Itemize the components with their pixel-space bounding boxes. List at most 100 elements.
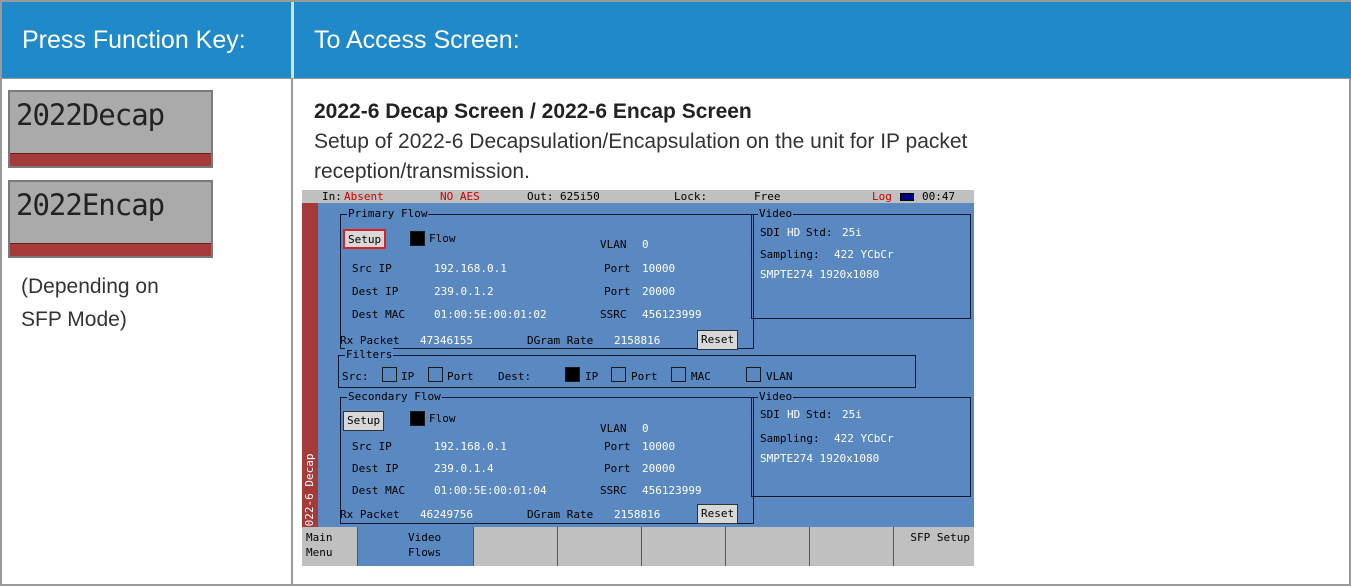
- key-label-line2: Flows: [408, 546, 442, 559]
- flow-label: Flow: [429, 232, 456, 245]
- ssrc-label: SSRC: [600, 308, 627, 321]
- hd-label: HD: [787, 226, 801, 239]
- hd-label: HD: [787, 408, 801, 421]
- ssrc-label: SSRC: [600, 484, 627, 497]
- lock-label: Lock:: [674, 190, 708, 203]
- note-line: (Depending on: [21, 275, 159, 298]
- ssrc-value: 456123999: [642, 308, 702, 321]
- dgram-rate-label: DGram Rate: [527, 334, 594, 347]
- ssrc-value: 456123999: [642, 484, 702, 497]
- log-label: Log: [872, 190, 892, 203]
- sdi-label: SDI: [760, 408, 780, 421]
- main-menu-key[interactable]: Main Menu: [302, 527, 358, 566]
- std-label: Std:: [806, 408, 833, 421]
- src-ip-value: 192.168.0.1: [434, 262, 507, 275]
- screen-title: 2022-6 Decap Screen / 2022-6 Encap Scree…: [314, 100, 752, 123]
- std-label: Std:: [806, 226, 833, 239]
- side-tab-label: 2022-6 Decap: [303, 453, 316, 533]
- dest-ip-filter-label: IP: [585, 370, 599, 383]
- video-flows-key[interactable]: Video Flows: [358, 527, 474, 566]
- src-port-value: 10000: [642, 440, 676, 453]
- function-key-7[interactable]: [810, 527, 894, 566]
- key-label: Main Menu: [306, 531, 333, 559]
- src-ip-filter-label: IP: [401, 370, 415, 383]
- dest-port-checkbox[interactable]: [611, 367, 626, 382]
- std-value: 25i: [842, 226, 862, 239]
- src-ip-checkbox[interactable]: [382, 367, 397, 382]
- sfp-setup-key[interactable]: SFP Setup: [894, 527, 974, 566]
- function-key-2022encap[interactable]: 2022Encap: [8, 180, 213, 258]
- function-key-indicator: [10, 153, 211, 166]
- function-key-label: 2022Decap: [16, 98, 165, 132]
- src-port-label: Port: [604, 440, 631, 453]
- vlan-filter-label: VLAN: [766, 370, 793, 383]
- vlan-checkbox[interactable]: [746, 367, 761, 382]
- dgram-rate-value: 2158816: [614, 334, 661, 347]
- input-status: Absent: [344, 190, 384, 203]
- src-ip-label: Src IP: [352, 440, 392, 453]
- rx-packet-label: Rx Packet: [340, 508, 400, 521]
- status-bar: In: Absent NO AES Out: 625i50 Lock: Free…: [302, 190, 974, 203]
- decap-screen-capture: In: Absent NO AES Out: 625i50 Lock: Free…: [302, 190, 974, 566]
- dest-ip-checkbox[interactable]: [565, 367, 580, 382]
- vlan-value: 0: [642, 422, 649, 435]
- sampling-value: 422 YCbCr: [834, 248, 894, 261]
- dgram-rate-label: DGram Rate: [527, 508, 594, 521]
- aes-status: NO AES: [440, 190, 480, 203]
- dest-mac-label: Dest MAC: [352, 484, 405, 497]
- dest-port-label: Port: [604, 285, 631, 298]
- group-title: Secondary Flow: [347, 390, 442, 403]
- function-key-4[interactable]: [558, 527, 642, 566]
- rx-packet-value: 46249756: [420, 508, 473, 521]
- screen-description: Setup of 2022-6 Decapsulation/Encapsulat…: [314, 130, 968, 183]
- dest-ip-label: Dest IP: [352, 462, 399, 475]
- dest-port-value: 20000: [642, 285, 676, 298]
- mac-checkbox[interactable]: [671, 367, 686, 382]
- smpte-format: SMPTE274 1920x1080: [760, 452, 880, 465]
- dest-port-label: Port: [604, 462, 631, 475]
- smpte-format: SMPTE274 1920x1080: [760, 268, 880, 281]
- function-key-6[interactable]: [726, 527, 810, 566]
- function-key-2022decap[interactable]: 2022Decap: [8, 90, 213, 168]
- dest-mac-label: Dest MAC: [352, 308, 405, 321]
- src-port-checkbox[interactable]: [428, 367, 443, 382]
- function-key-5[interactable]: [642, 527, 726, 566]
- src-port-value: 10000: [642, 262, 676, 275]
- sampling-value: 422 YCbCr: [834, 432, 894, 445]
- flow-label: Flow: [429, 412, 456, 425]
- lock-status: Free: [754, 190, 781, 203]
- group-title: Primary Flow: [347, 207, 429, 220]
- src-filter-label: Src:: [342, 370, 369, 383]
- src-ip-label: Src IP: [352, 262, 392, 275]
- dgram-rate-value: 2158816: [614, 508, 661, 521]
- src-port-label: Port: [604, 262, 631, 275]
- primary-setup-button[interactable]: Setup: [343, 229, 387, 249]
- row-divider: [2, 78, 1351, 79]
- filters-group: Filters: [338, 348, 916, 388]
- column-divider: [291, 78, 293, 586]
- dest-ip-label: Dest IP: [352, 285, 399, 298]
- output-label: Out:: [527, 190, 554, 203]
- vlan-label: VLAN: [600, 238, 627, 251]
- primary-flow-group: Primary Flow: [340, 207, 754, 349]
- group-title: Filters: [345, 348, 394, 361]
- secondary-flow-checkbox[interactable]: [410, 411, 425, 426]
- key-label-line1: Video: [408, 531, 442, 544]
- dest-port-filter-label: Port: [631, 370, 658, 383]
- src-port-filter-label: Port: [447, 370, 474, 383]
- src-ip-value: 192.168.0.1: [434, 440, 507, 453]
- sampling-label: Sampling:: [760, 432, 820, 445]
- mac-filter-label: MAC: [691, 370, 711, 383]
- dest-mac-value: 01:00:5E:00:01:02: [434, 308, 547, 321]
- function-key-3[interactable]: [474, 527, 558, 566]
- input-label: In:: [322, 190, 342, 203]
- dest-port-value: 20000: [642, 462, 676, 475]
- primary-reset-button[interactable]: Reset: [697, 330, 739, 350]
- secondary-setup-button[interactable]: Setup: [343, 411, 385, 431]
- sdi-label: SDI: [760, 226, 780, 239]
- group-title: Video: [758, 390, 794, 403]
- dest-ip-value: 239.0.1.2: [434, 285, 494, 298]
- screen-side-tab: 2022-6 Decap: [302, 203, 318, 533]
- secondary-reset-button[interactable]: Reset: [697, 504, 739, 524]
- primary-flow-checkbox[interactable]: [410, 231, 425, 246]
